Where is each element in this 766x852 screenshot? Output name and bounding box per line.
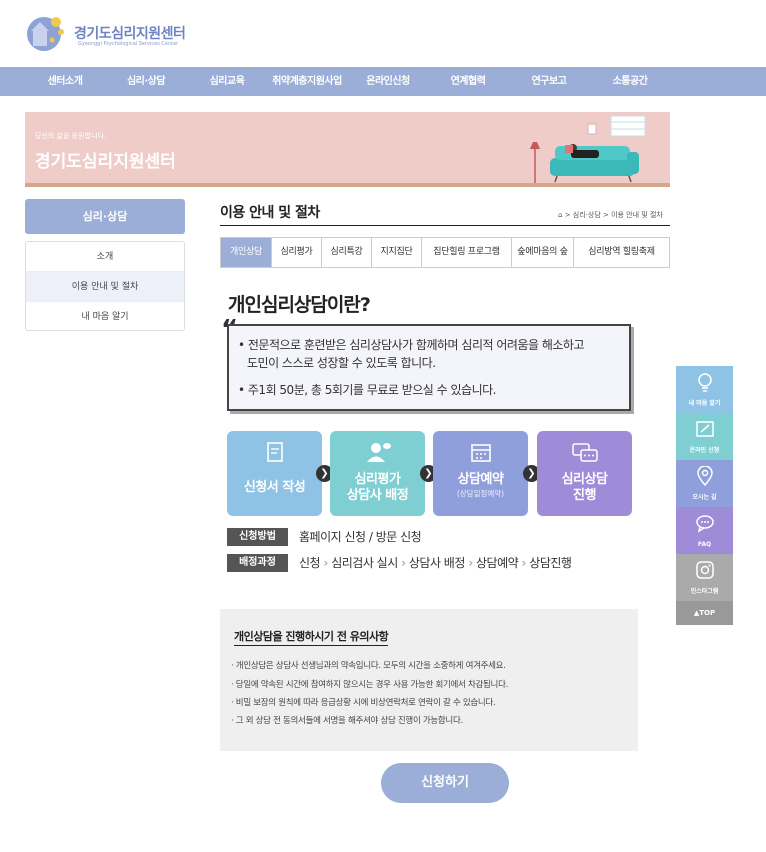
scroll-top-button[interactable]: ▲TOP xyxy=(676,601,733,625)
sidebar-item-guide[interactable]: 이용 안내 및 절차 xyxy=(26,272,184,302)
page-title: 이용 안내 및 절차 xyxy=(220,205,320,221)
notice-box: 개인상담을 진행하시기 전 유의사항 · 개인상담은 상담사 선생님과의 약속입… xyxy=(220,609,638,751)
title-divider xyxy=(220,225,670,226)
method-tag: 신청방법 xyxy=(227,528,288,546)
tab-forest-of-mind[interactable]: 숲에마음의 숲 xyxy=(512,238,574,267)
apply-button[interactable]: 신청하기 xyxy=(381,763,509,803)
edit-icon xyxy=(696,421,714,437)
notice-line: · 그 외 상담 전 동의서들에 서명을 해주셔야 상담 진행이 가능합니다. xyxy=(231,716,463,726)
tab-psych-assessment[interactable]: 심리평가 xyxy=(272,238,322,267)
tab-healing-festival[interactable]: 심리방역 힐링축제 xyxy=(574,238,669,267)
nav-item-community[interactable]: 소통공간 xyxy=(613,67,648,96)
logo-title: 경기도심리지원센터 xyxy=(74,26,186,42)
info-box: • 전문적으로 훈련받은 심리상담사가 함께하며 심리적 어려움을 해소하고 도… xyxy=(227,324,631,411)
quick-label: FAQ xyxy=(697,541,712,548)
info-line-3: • 주1회 50분, 총 5회기를 무료로 받으실 수 있습니다. xyxy=(238,383,496,397)
nav-item-vulnerable-support[interactable]: 취약계층지원사업 xyxy=(272,67,342,96)
site-logo[interactable]: 경기도심리지원센터 Gyeonggi Psychological Service… xyxy=(24,10,204,54)
process-step: 상담진행 xyxy=(529,556,572,570)
method-text: 홈페이지 신청 / 방문 신청 xyxy=(299,530,422,544)
home-icon[interactable]: ⌂ xyxy=(558,211,562,219)
speech-bubble-icon xyxy=(572,443,598,462)
breadcrumb: ⌂ > 심리·상담 > 이용 안내 및 절차 xyxy=(558,210,663,220)
quick-item-faq[interactable]: FAQ xyxy=(676,507,733,554)
quick-item-online-apply[interactable]: 온라인 신청 xyxy=(676,413,733,460)
nav-item-counseling[interactable]: 심리·상담 xyxy=(127,67,166,96)
notice-line: · 당일에 약속된 시간에 참여하지 않으시는 경우 사용 가능한 회기에서 차… xyxy=(231,680,508,690)
process-step: 상담예약 xyxy=(476,556,519,570)
process-step: 심리검사 실시 xyxy=(331,556,398,570)
chevron-right-icon: › xyxy=(401,556,406,570)
step-counseling: 심리상담 진행 xyxy=(537,431,632,516)
sidebar-item-intro[interactable]: 소개 xyxy=(26,242,184,272)
step-reservation: 상담예약 (상담일정예약) xyxy=(433,431,528,516)
sidebar-item-know-my-mind[interactable]: 내 마음 알기 xyxy=(26,302,184,330)
info-line-2: 도민이 스스로 성장할 수 있도록 합니다. xyxy=(247,356,436,370)
step-label: 심리상담 xyxy=(561,472,608,487)
nav-item-online-apply[interactable]: 온라인신청 xyxy=(366,67,410,96)
sidebar-menu: 소개 이용 안내 및 절차 내 마음 알기 xyxy=(25,241,185,331)
nav-item-center-intro[interactable]: 센터소개 xyxy=(48,67,83,96)
chevron-right-icon: › xyxy=(468,556,473,570)
section-title: 개인심리상담이란? xyxy=(228,294,371,316)
notice-line: · 비밀 보장의 원칙에 따라 응급상황 시에 비상연락처로 연락이 갈 수 있… xyxy=(231,698,496,708)
process-step: 신청 xyxy=(299,556,321,570)
step-application: 신청서 작성 xyxy=(227,431,322,516)
tab-bar: 개인상담 심리평가 심리특강 지지집단 집단힐링 프로그램 숲에마음의 숲 심리… xyxy=(220,237,670,268)
page-banner: 당신의 삶을 응원합니다. 경기도심리지원센터 xyxy=(25,112,670,187)
chat-icon xyxy=(696,515,714,533)
form-icon xyxy=(267,442,283,462)
notice-line: · 개인상담은 상담사 선생님과의 약속입니다. 모두의 시간을 소중하게 여겨… xyxy=(231,661,506,671)
person-icon xyxy=(367,443,391,462)
tab-psych-lecture[interactable]: 심리특강 xyxy=(322,238,372,267)
step-assessment: 심리평가 상담사 배정 xyxy=(330,431,425,516)
notice-title: 개인상담을 진행하시기 전 유의사항 xyxy=(234,628,389,646)
instagram-icon xyxy=(696,561,714,579)
step-sublabel: (상담일정예약) xyxy=(456,489,505,498)
chevron-right-icon: › xyxy=(521,556,527,570)
banner-tagline: 당신의 삶을 응원합니다. xyxy=(35,132,107,140)
step-label: 심리평가 xyxy=(354,472,401,487)
process-flow: 신청 › 심리검사 실시 › 상담사 배정 › 상담예약 › 상담진행 xyxy=(299,554,572,571)
step-label-2: 상담사 배정 xyxy=(346,488,409,503)
quick-label: 오시는 길 xyxy=(692,494,717,501)
process-step: 상담사 배정 xyxy=(408,556,466,570)
main-nav: 센터소개 심리·상담 심리교육 취약계층지원사업 온라인신청 연계협력 연구보고… xyxy=(0,67,766,96)
quick-menu: 내 마음 알기 온라인 신청 오시는 길 FAQ 인스타그램 ▲TOP xyxy=(676,366,733,625)
quick-label: 온라인 신청 xyxy=(689,447,720,454)
process-tag: 배정과정 xyxy=(227,554,288,572)
logo-subtitle: Gyeonggi Psychological Services Center xyxy=(78,41,179,47)
quick-label: 내 마음 알기 xyxy=(688,400,721,407)
quick-label: 인스타그램 xyxy=(690,588,719,595)
nav-item-education[interactable]: 심리교육 xyxy=(210,67,245,96)
banner-underline xyxy=(25,183,670,187)
info-line-1: • 전문적으로 훈련받은 심리상담사가 함께하며 심리적 어려움을 해소하고 xyxy=(238,338,584,352)
sofa-illustration xyxy=(530,115,646,184)
quick-item-directions[interactable]: 오시는 길 xyxy=(676,460,733,507)
location-icon xyxy=(697,466,713,486)
lightbulb-icon xyxy=(698,373,712,392)
step-label: 상담예약 xyxy=(457,472,504,487)
step-label-2: 진행 xyxy=(573,488,596,503)
breadcrumb-path: > 심리·상담 > 이용 안내 및 절차 xyxy=(564,211,663,219)
chevron-right-icon: › xyxy=(323,556,328,570)
quick-item-instagram[interactable]: 인스타그램 xyxy=(676,554,733,601)
quick-item-know-my-mind[interactable]: 내 마음 알기 xyxy=(676,366,733,413)
sidebar-heading: 심리·상담 xyxy=(25,199,185,234)
tab-support-group[interactable]: 지지집단 xyxy=(372,238,422,267)
nav-item-cooperation[interactable]: 연계협력 xyxy=(451,67,486,96)
calendar-icon xyxy=(471,444,491,462)
banner-title: 경기도심리지원센터 xyxy=(35,152,176,172)
step-label: 신청서 작성 xyxy=(243,480,306,495)
tab-group-healing[interactable]: 집단힐링 프로그램 xyxy=(422,238,512,267)
nav-item-research[interactable]: 연구보고 xyxy=(532,67,567,96)
tab-individual-counseling[interactable]: 개인상담 xyxy=(221,238,272,267)
logo-icon xyxy=(27,17,64,51)
